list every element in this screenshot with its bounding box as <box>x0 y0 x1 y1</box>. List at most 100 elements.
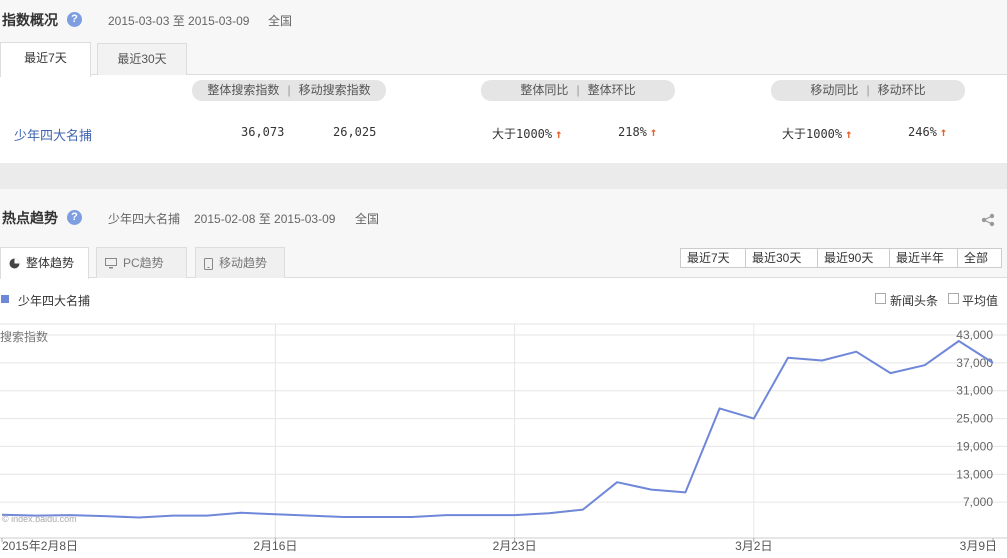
trend-date-range: 2015-02-08 至 2015-03-09 <box>194 212 336 226</box>
overall-mom-label: 整体环比 <box>587 83 636 97</box>
tab-last-7-days[interactable]: 最近7天 <box>0 42 91 77</box>
data-point <box>786 356 790 360</box>
mobile-search-index-label: 移动搜索指数 <box>298 83 371 97</box>
section-divider <box>0 163 1007 189</box>
mobile-yoy-label: 移动同比 <box>810 83 859 97</box>
mobile-compare-header: 移动同比 | 移动环比 <box>771 80 965 101</box>
trend-region: 全国 <box>355 212 380 226</box>
news-headline-checkbox[interactable] <box>875 293 886 304</box>
y-tick-label: 13,000 <box>956 467 993 481</box>
data-point <box>205 514 209 518</box>
mobile-phone-icon <box>204 257 213 270</box>
y-tick-label: 19,000 <box>956 439 993 453</box>
x-tick-label: 2015年2月8日 <box>2 539 78 553</box>
data-point <box>615 480 619 484</box>
data-point <box>478 513 482 517</box>
average-label: 平均值 <box>962 294 999 308</box>
mobile-yoy-value: 大于1000% ↑ <box>782 127 853 141</box>
data-point <box>991 361 995 365</box>
overview-title: 指数概况 <box>2 12 58 28</box>
overall-mom-value: 218% ↑ <box>618 125 658 139</box>
x-tick-label: 2月16日 <box>253 539 297 553</box>
data-point <box>923 363 927 367</box>
overall-compare-header: 整体同比 | 整体环比 <box>481 80 675 101</box>
y-tick-label: 31,000 <box>956 384 993 398</box>
search-index-header: 整体搜索指数 | 移动搜索指数 <box>192 80 386 101</box>
data-point <box>342 515 346 519</box>
legend-label[interactable]: 少年四大名捕 <box>18 292 90 309</box>
range-selector: 最近7天 最近30天 最近90天 最近半年 全部 <box>680 248 1002 268</box>
data-point <box>752 417 756 421</box>
overview-region: 全国 <box>268 14 293 28</box>
up-arrow-icon: ↑ <box>555 127 563 141</box>
tab-overall-trend[interactable]: 整体趋势 <box>0 247 89 279</box>
x-tick-label: 3月2日 <box>735 539 772 553</box>
trend-keyword: 少年四大名捕 <box>108 212 181 226</box>
up-arrow-icon: ↑ <box>845 127 853 141</box>
up-arrow-icon: ↑ <box>649 125 658 139</box>
data-point <box>513 513 517 517</box>
overview-tabs: 最近7天 最近30天 <box>0 40 1007 77</box>
help-icon[interactable]: ? <box>67 210 82 225</box>
help-icon[interactable]: ? <box>67 12 82 27</box>
legend-swatch <box>1 295 9 303</box>
range-30-days[interactable]: 最近30天 <box>745 249 817 267</box>
y-axis-title: 搜索指数 <box>0 330 49 344</box>
mobile-mom-label: 移动环比 <box>877 83 926 97</box>
data-point <box>957 339 961 343</box>
data-point <box>376 515 380 519</box>
keyword-link[interactable]: 少年四大名捕 <box>14 125 92 144</box>
data-point <box>273 512 277 516</box>
tab-mobile-trend[interactable]: 移动趋势 <box>195 247 285 278</box>
data-point <box>718 406 722 410</box>
y-tick-label: 7,000 <box>963 495 993 509</box>
overview-header: 指数概况 ? 2015-03-03 至 2015-03-09 全国 <box>0 0 1007 40</box>
data-point <box>137 515 141 519</box>
data-point <box>444 513 448 517</box>
data-point <box>239 511 243 515</box>
chart-tick-labels: 7,000 13,000 19,000 25,000 31,000 37,000 43,00… <box>2 328 997 553</box>
mobile-index-value: 26,025 <box>333 125 377 139</box>
data-point <box>103 514 107 518</box>
overall-yoy-value: 大于1000% ↑ <box>492 127 563 141</box>
range-all[interactable]: 全部 <box>957 249 1001 267</box>
data-point <box>649 488 653 492</box>
data-point <box>820 359 824 363</box>
average-checkbox[interactable] <box>948 293 959 304</box>
mobile-mom-value: 246% ↑ <box>908 125 948 139</box>
data-point <box>683 490 687 494</box>
range-90-days[interactable]: 最近90天 <box>817 249 889 267</box>
search-index-label: 整体搜索指数 <box>207 83 280 97</box>
pie-chart-icon <box>9 258 20 269</box>
range-half-year[interactable]: 最近半年 <box>889 249 957 267</box>
data-point <box>547 511 551 515</box>
data-point <box>171 514 175 518</box>
tab-last-30-days[interactable]: 最近30天 <box>97 43 187 75</box>
series-line <box>1 340 994 519</box>
range-7-days[interactable]: 最近7天 <box>681 249 745 267</box>
data-point <box>308 514 312 518</box>
data-point <box>581 508 585 512</box>
overall-yoy-label: 整体同比 <box>520 83 569 97</box>
y-tick-label: 37,000 <box>956 356 993 370</box>
watermark: © index.baidu.com <box>2 514 77 524</box>
up-arrow-icon: ↑ <box>939 125 948 139</box>
data-point <box>410 515 414 519</box>
share-icon[interactable] <box>981 213 995 227</box>
news-headline-label: 新闻头条 <box>890 294 939 308</box>
overview-date-range: 2015-03-03 至 2015-03-09 <box>108 14 250 28</box>
data-point <box>854 350 858 354</box>
trend-chart[interactable]: 7,000 13,000 19,000 25,000 31,000 37,000 43,00… <box>0 320 1007 558</box>
data-point <box>888 371 892 375</box>
x-tick-label: 2月23日 <box>493 539 537 553</box>
chart-grid <box>0 323 1007 542</box>
trend-header: 热点趋势 ? 少年四大名捕 2015-02-08 至 2015-03-09 全国 <box>0 189 1007 247</box>
monitor-icon <box>105 258 117 269</box>
y-tick-label: 43,000 <box>956 328 993 342</box>
chart-series <box>1 339 995 519</box>
search-index-value: 36,073 <box>241 125 285 139</box>
x-tick-label: 3月9日 <box>960 539 997 553</box>
y-tick-label: 25,000 <box>956 412 993 426</box>
trend-title: 热点趋势 <box>2 210 58 226</box>
tab-pc-trend[interactable]: PC趋势 <box>96 247 187 278</box>
